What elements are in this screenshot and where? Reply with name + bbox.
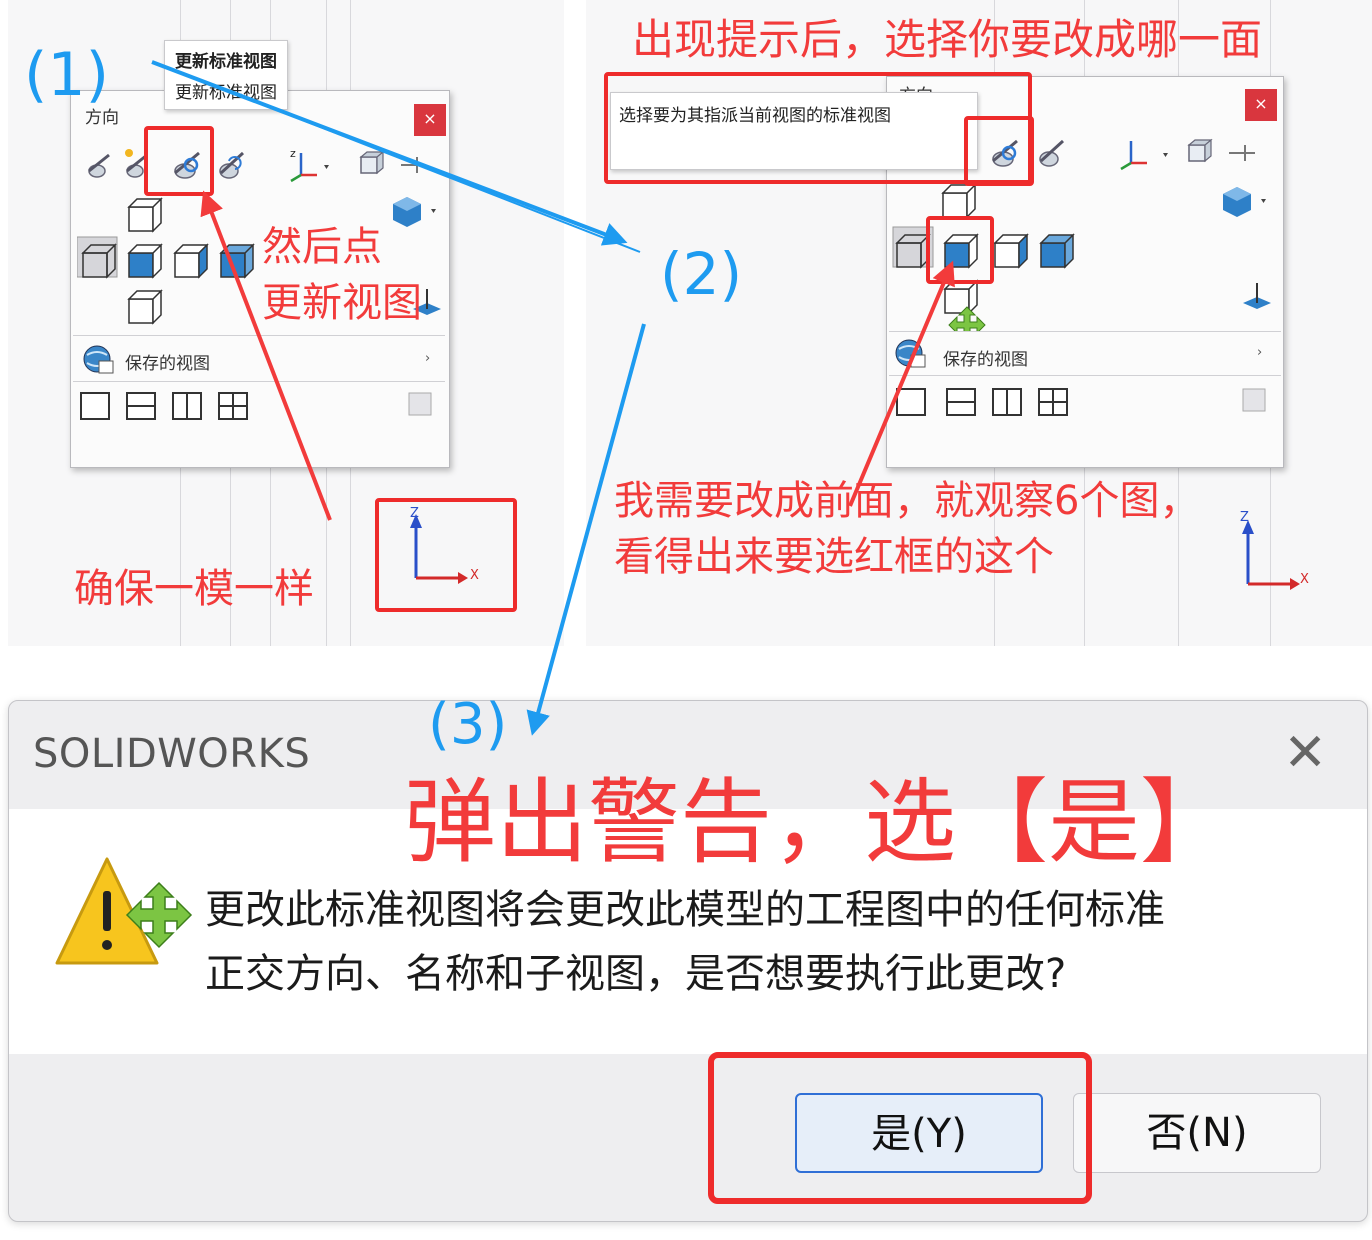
link-views-icon[interactable] — [1242, 388, 1266, 412]
warning-icon — [55, 857, 193, 965]
highlight-triad-left — [375, 498, 517, 612]
submenu-chevron-icon[interactable]: › — [1257, 345, 1262, 360]
two-horizontal-viewport-icon[interactable] — [126, 392, 156, 420]
isometric-view-icon[interactable] — [393, 197, 436, 227]
warning-message-line1: 更改此标准视图将会更改此模型的工程图中的任何标准 — [205, 887, 1165, 933]
triad-icon[interactable]: z — [290, 147, 317, 183]
single-viewport-icon[interactable] — [896, 388, 926, 416]
viewport-layout-buttons — [80, 392, 432, 420]
then-click-line2: 更新视图 — [262, 280, 422, 326]
reset-view-icon[interactable] — [1039, 139, 1065, 167]
warning-hint: 弹出警告，选【是】 — [404, 769, 1233, 876]
then-click-line1: 然后点 — [262, 224, 382, 270]
need-front-line1: 我需要改成前面，就观察6个图， — [614, 478, 1200, 524]
saved-views-globe-icon — [83, 345, 114, 374]
dialog-title: SOLIDWORKS — [33, 731, 311, 777]
highlight-yes-button — [708, 1052, 1092, 1204]
step1-label: (1) — [24, 40, 109, 110]
pin-icon[interactable] — [1229, 145, 1255, 161]
triad-z-label: Z — [1240, 510, 1249, 525]
triad-x-label: X — [1300, 572, 1309, 587]
saved-views-label[interactable]: 保存的视图 — [943, 345, 1028, 370]
normal-to-icon[interactable] — [1243, 283, 1271, 309]
four-viewport-icon[interactable] — [218, 392, 248, 420]
bottom-view-icon[interactable] — [943, 279, 979, 315]
orientation-toolbar: z — [88, 147, 425, 183]
tooltip-description: 更新标准视图 — [175, 83, 277, 103]
two-horizontal-viewport-icon[interactable] — [946, 388, 976, 416]
dropdown-arrow-icon[interactable] — [1163, 153, 1168, 157]
highlight-front-view — [926, 216, 994, 284]
close-button[interactable]: × — [414, 104, 446, 136]
update-view-tooltip: 更新标准视图 更新标准视图 — [164, 40, 288, 110]
warning-message-line2: 正交方向、名称和子视图，是否想要执行此更改? — [205, 951, 1067, 997]
previous-view-icon[interactable] — [88, 153, 110, 178]
two-vertical-viewport-icon[interactable] — [992, 388, 1022, 416]
link-views-icon[interactable] — [408, 392, 432, 416]
viewport-layout-buttons-right — [896, 388, 1266, 416]
top-view-icon[interactable] — [127, 197, 163, 233]
highlight-update-view-icon — [144, 126, 214, 196]
need-front-line2: 看得出来要选红框的这个 — [614, 534, 1054, 580]
back-view-icon[interactable] — [1039, 233, 1075, 269]
ensure-same-label: 确保一模一样 — [74, 566, 314, 612]
submenu-chevron-icon[interactable]: › — [425, 351, 430, 366]
right-view-icon[interactable] — [173, 243, 209, 279]
front-view-icon[interactable] — [127, 243, 163, 279]
back-view-icon[interactable] — [219, 243, 255, 279]
isometric-view-icon[interactable] — [1223, 187, 1266, 217]
no-button[interactable]: 否(N) — [1073, 1093, 1321, 1173]
dialog-close-icon[interactable]: ✕ — [1283, 723, 1327, 783]
dropdown-arrow-icon[interactable] — [324, 165, 329, 169]
single-viewport-icon[interactable] — [80, 392, 110, 420]
step2-label: (2) — [660, 240, 743, 308]
saved-views-label[interactable]: 保存的视图 — [125, 349, 210, 374]
view-cube-icon[interactable] — [1187, 138, 1213, 163]
view-cube-icon[interactable] — [359, 150, 385, 175]
reset-view-icon[interactable] — [219, 151, 245, 179]
svg-text:z: z — [290, 147, 296, 160]
right-view-icon[interactable] — [993, 233, 1029, 269]
close-button-right[interactable]: × — [1245, 89, 1277, 121]
four-viewport-icon[interactable] — [1038, 388, 1068, 416]
highlight-update-view-icon-right — [964, 116, 1034, 186]
two-vertical-viewport-icon[interactable] — [172, 392, 202, 420]
triad-icon[interactable] — [1120, 141, 1147, 171]
top-view-icon[interactable] — [941, 183, 977, 219]
tooltip-title: 更新标准视图 — [175, 52, 277, 72]
bottom-view-icon[interactable] — [127, 289, 163, 325]
pin-icon[interactable] — [401, 157, 425, 173]
top-right-hint: 出现提示后，选择你要改成哪一面 — [632, 15, 1263, 64]
saved-views-globe-icon — [895, 339, 926, 368]
